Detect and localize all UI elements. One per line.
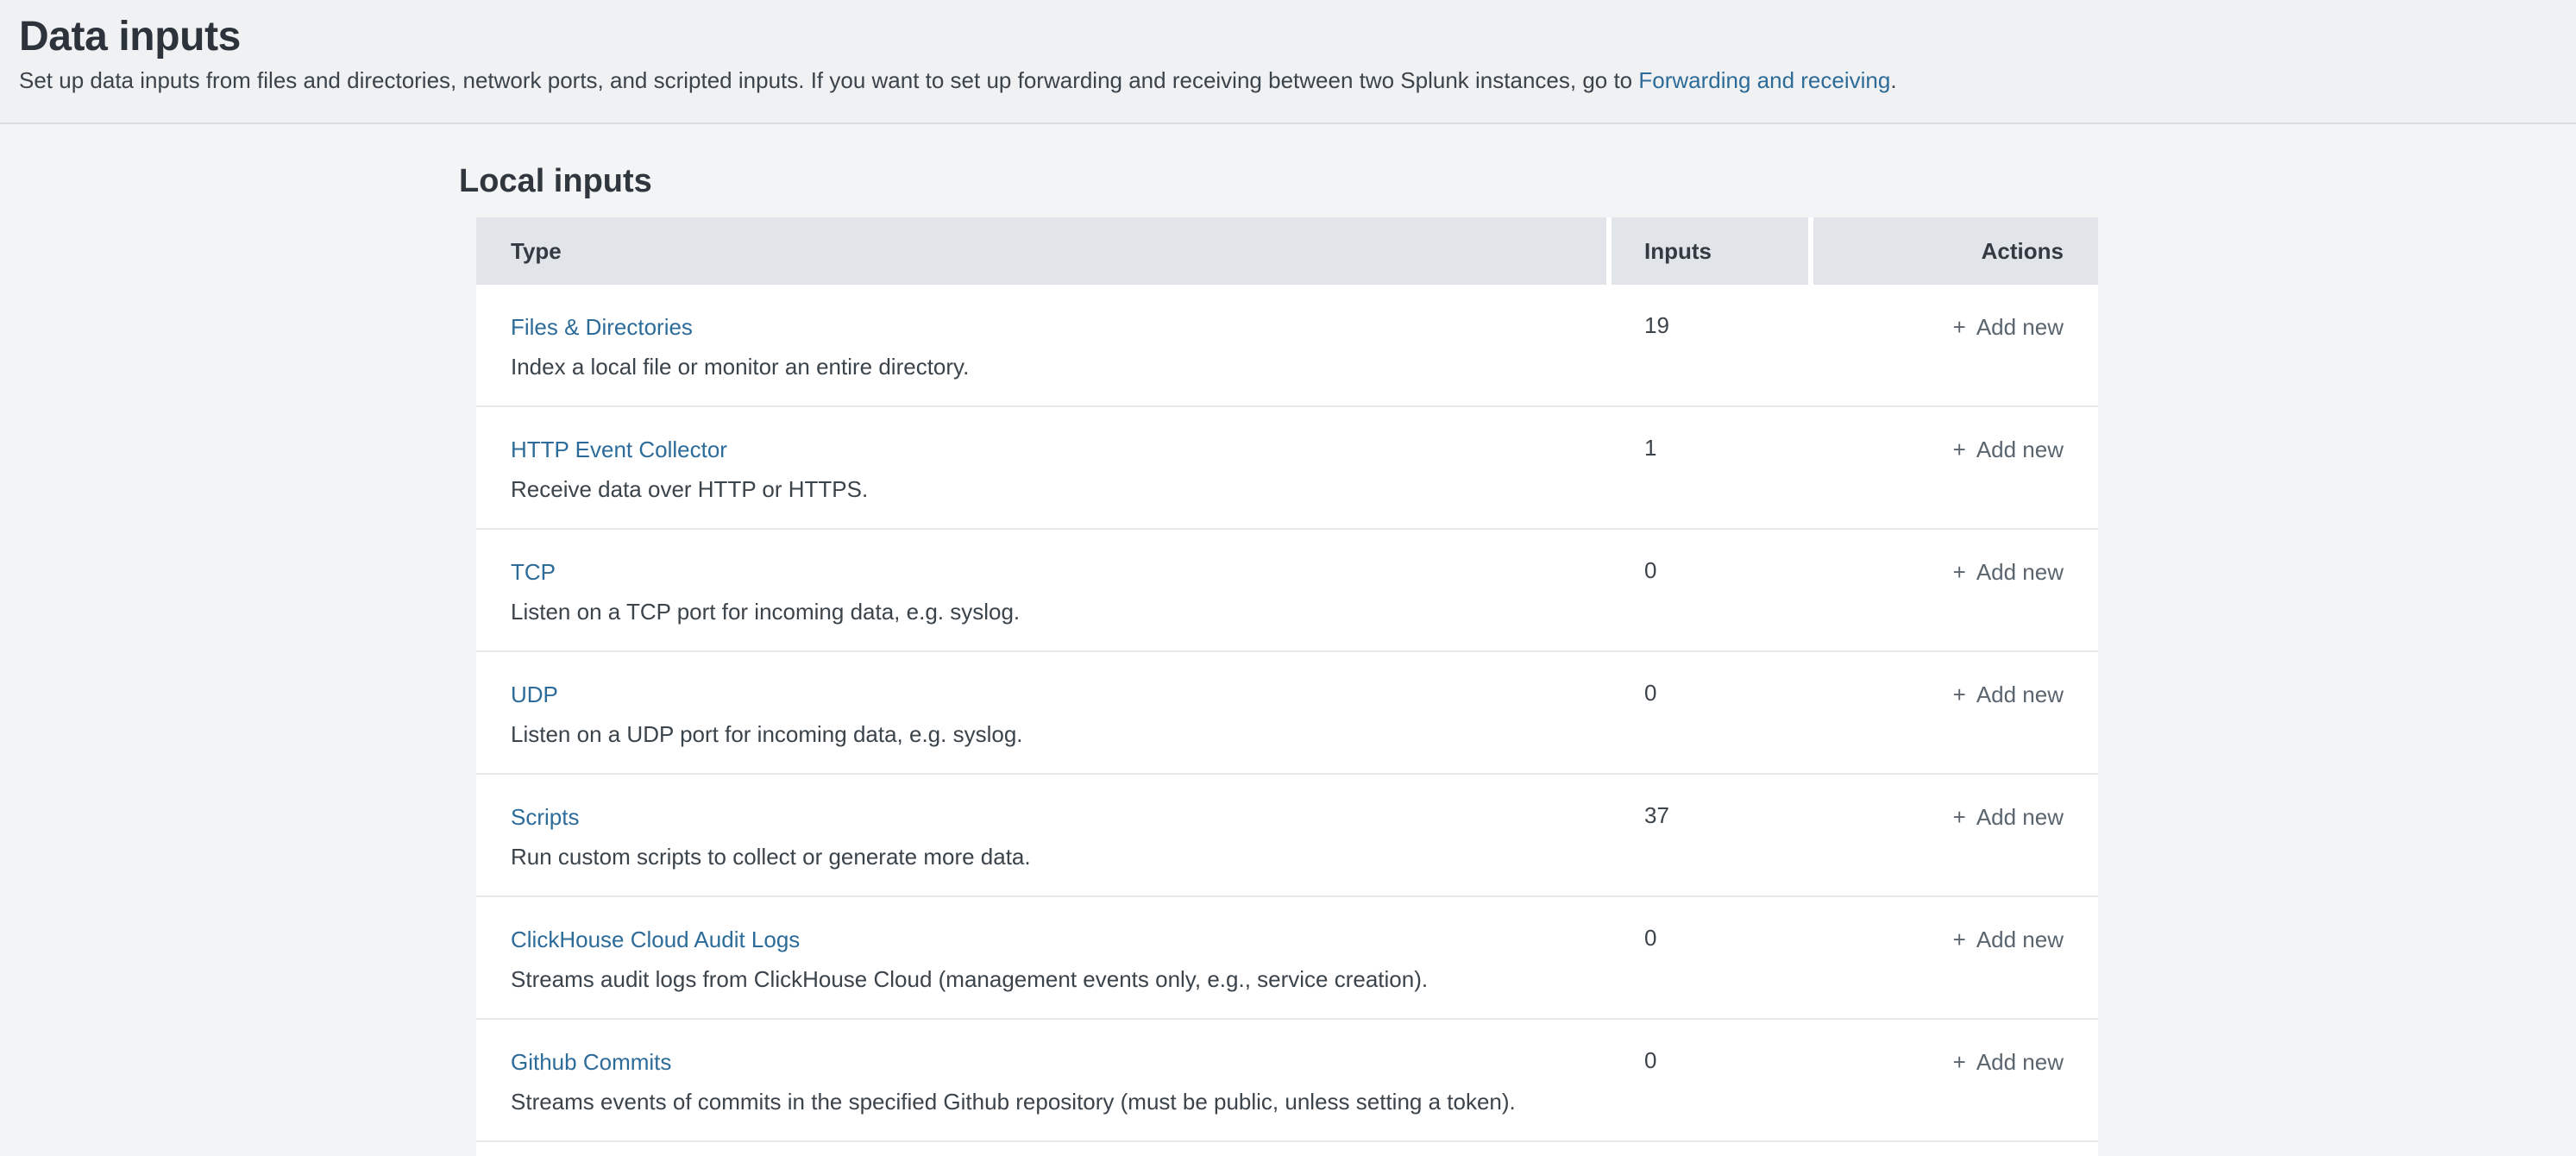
add-new-label: Add new [1976, 314, 2064, 340]
table-body: Files & Directories Index a local file o… [476, 285, 2098, 1142]
add-new-label: Add new [1976, 804, 2064, 830]
table-row: TCP Listen on a TCP port for incoming da… [476, 530, 2098, 652]
add-new-label: Add new [1976, 682, 2064, 707]
input-type-link[interactable]: Scripts [511, 804, 579, 830]
column-header-actions: Actions [1813, 217, 2098, 285]
plus-icon: + [1953, 927, 1966, 952]
actions-cell: + Add new [1813, 1047, 2098, 1140]
table-row: HTTP Event Collector Receive data over H… [476, 407, 2098, 530]
inputs-count: 0 [1612, 680, 1813, 773]
actions-cell: + Add new [1813, 312, 2098, 405]
section-heading-local-inputs: Local inputs [459, 164, 2576, 202]
forwarding-and-receiving-link[interactable]: Forwarding and receiving [1638, 67, 1890, 93]
local-inputs-table: Type Inputs Actions Files & Directories … [476, 217, 2098, 1156]
inputs-count: 37 [1612, 802, 1813, 895]
inputs-count: 0 [1612, 925, 1813, 1018]
input-type-description: Streams audit logs from ClickHouse Cloud… [511, 966, 1612, 992]
plus-icon: + [1953, 437, 1966, 462]
input-type-link[interactable]: Github Commits [511, 1049, 671, 1075]
column-header-inputs[interactable]: Inputs [1612, 217, 1808, 285]
type-cell: Github Commits Streams events of commits… [476, 1047, 1612, 1140]
add-new-link[interactable]: + Add new [1953, 682, 2064, 707]
table-row: UDP Listen on a UDP port for incoming da… [476, 652, 2098, 775]
plus-icon: + [1953, 682, 1966, 707]
plus-icon: + [1953, 1049, 1966, 1075]
input-type-link[interactable]: HTTP Event Collector [511, 437, 727, 462]
type-cell: UDP Listen on a UDP port for incoming da… [476, 680, 1612, 773]
plus-icon: + [1953, 314, 1966, 340]
page-header: Data inputs Set up data inputs from file… [0, 0, 2576, 124]
input-type-link[interactable]: ClickHouse Cloud Audit Logs [511, 927, 800, 952]
subtitle-period: . [1890, 67, 1896, 93]
subtitle-text: Set up data inputs from files and direct… [19, 67, 1638, 93]
input-type-description: Listen on a TCP port for incoming data, … [511, 599, 1612, 625]
add-new-link[interactable]: + Add new [1953, 804, 2064, 830]
type-cell: TCP Listen on a TCP port for incoming da… [476, 557, 1612, 650]
actions-cell: + Add new [1813, 925, 2098, 1018]
add-new-link[interactable]: + Add new [1953, 1049, 2064, 1075]
plus-icon: + [1953, 804, 1966, 830]
add-new-label: Add new [1976, 437, 2064, 462]
inputs-count: 0 [1612, 557, 1813, 650]
add-new-link[interactable]: + Add new [1953, 314, 2064, 340]
input-type-description: Index a local file or monitor an entire … [511, 354, 1612, 380]
actions-cell: + Add new [1813, 435, 2098, 528]
type-cell: ClickHouse Cloud Audit Logs Streams audi… [476, 925, 1612, 1018]
inputs-count: 0 [1612, 1047, 1813, 1140]
input-type-link[interactable]: TCP [511, 559, 556, 585]
input-type-description: Run custom scripts to collect or generat… [511, 844, 1612, 870]
actions-cell: + Add new [1813, 802, 2098, 895]
plus-icon: + [1953, 559, 1966, 585]
input-type-description: Listen on a UDP port for incoming data, … [511, 721, 1612, 747]
input-type-description: Streams events of commits in the specifi… [511, 1089, 1612, 1115]
type-cell: Scripts Run custom scripts to collect or… [476, 802, 1612, 895]
table-row: Files & Directories Index a local file o… [476, 285, 2098, 407]
add-new-link[interactable]: + Add new [1953, 927, 2064, 952]
inputs-count: 19 [1612, 312, 1813, 405]
type-cell: HTTP Event Collector Receive data over H… [476, 435, 1612, 528]
content-area: Local inputs Type Inputs Actions Files &… [0, 124, 2576, 1156]
add-new-link[interactable]: + Add new [1953, 437, 2064, 462]
page-scale-wrapper: Data inputs Set up data inputs from file… [0, 0, 2576, 1151]
type-cell: Files & Directories Index a local file o… [476, 312, 1612, 405]
table-row: ClickHouse Cloud Audit Logs Streams audi… [476, 897, 2098, 1020]
page-title: Data inputs [19, 12, 2548, 64]
column-header-type[interactable]: Type [476, 217, 1606, 285]
add-new-label: Add new [1976, 927, 2064, 952]
input-type-description: Receive data over HTTP or HTTPS. [511, 476, 1612, 502]
inputs-count: 1 [1612, 435, 1813, 528]
table-row: Github Commits Streams events of commits… [476, 1020, 2098, 1142]
add-new-link[interactable]: + Add new [1953, 559, 2064, 585]
input-type-link[interactable]: UDP [511, 682, 558, 707]
table-row: Scripts Run custom scripts to collect or… [476, 775, 2098, 897]
actions-cell: + Add new [1813, 557, 2098, 650]
add-new-label: Add new [1976, 1049, 2064, 1075]
page-subtitle: Set up data inputs from files and direct… [19, 66, 2548, 95]
data-inputs-page: Data inputs Set up data inputs from file… [0, 0, 2576, 1151]
add-new-label: Add new [1976, 559, 2064, 585]
table-header-row: Type Inputs Actions [476, 217, 2098, 285]
partial-next-row [476, 1142, 2098, 1156]
actions-cell: + Add new [1813, 680, 2098, 773]
input-type-link[interactable]: Files & Directories [511, 314, 693, 340]
